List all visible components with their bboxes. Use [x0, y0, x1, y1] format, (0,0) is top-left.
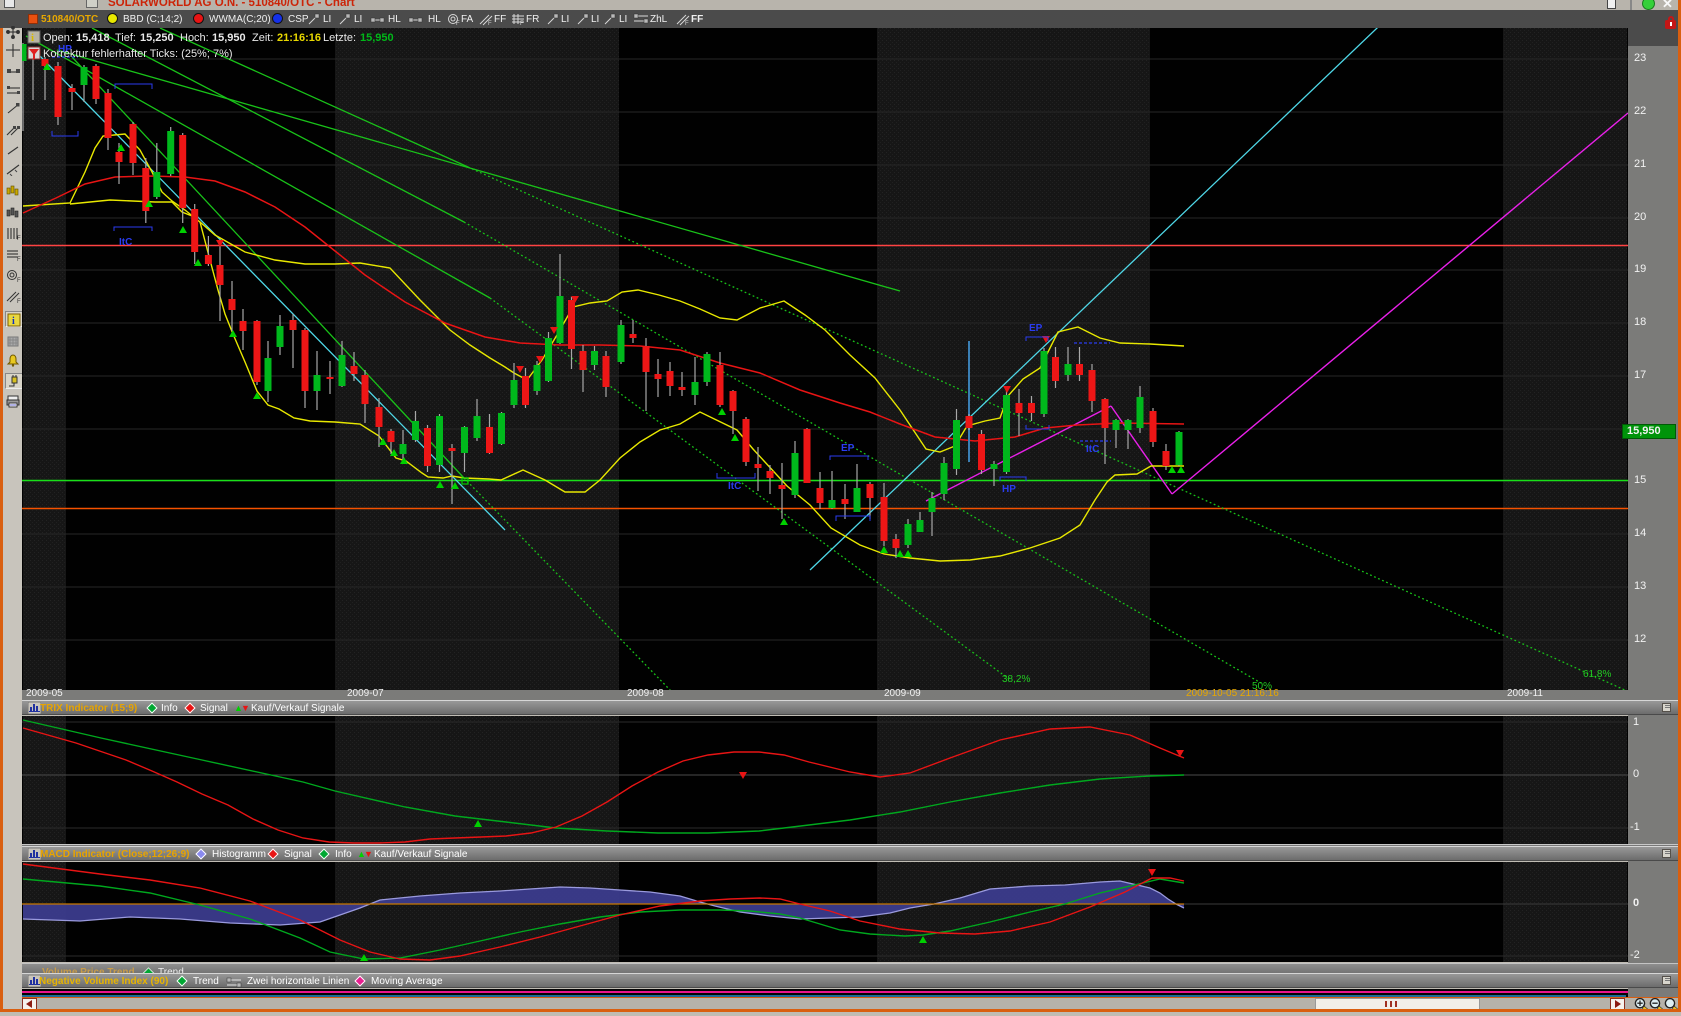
- svg-text:HP: HP: [1002, 484, 1016, 495]
- svg-text:Letzte:: Letzte:: [323, 32, 356, 44]
- svg-text:38,2%: 38,2%: [1002, 674, 1030, 685]
- svg-text:F: F: [17, 257, 21, 261]
- svg-text:15,418: 15,418: [76, 32, 110, 44]
- svg-text:F: F: [17, 236, 21, 240]
- svg-text:15,950: 15,950: [360, 32, 394, 44]
- svg-text:Korrektur fehlerhafter Ticks:: Korrektur fehlerhafter Ticks: (25%; 7%): [43, 48, 233, 60]
- svg-text:F: F: [456, 21, 460, 26]
- svg-text:F: F: [488, 21, 492, 26]
- svg-text:ItC: ItC: [1086, 444, 1099, 455]
- svg-text:F: F: [685, 21, 689, 26]
- svg-text:EP: EP: [1029, 323, 1043, 334]
- svg-text:ItC: ItC: [119, 237, 132, 248]
- svg-text:F: F: [17, 299, 21, 303]
- svg-text:F: F: [17, 278, 21, 282]
- svg-text:Zeit:: Zeit:: [252, 32, 273, 44]
- svg-text:i: i: [31, 32, 34, 44]
- svg-text:i: i: [12, 316, 15, 327]
- svg-text:Tief:: Tief:: [115, 32, 136, 44]
- svg-text:15,950: 15,950: [212, 32, 246, 44]
- svg-text:ItC: ItC: [728, 481, 741, 492]
- svg-text:Hoch:: Hoch:: [180, 32, 209, 44]
- svg-text:61,8%: 61,8%: [1583, 669, 1611, 680]
- svg-text:Open:: Open:: [43, 32, 73, 44]
- svg-text:21:16:16: 21:16:16: [277, 32, 321, 44]
- svg-text:F: F: [520, 21, 524, 26]
- svg-text:EP: EP: [841, 443, 855, 454]
- svg-text:15,250: 15,250: [140, 32, 174, 44]
